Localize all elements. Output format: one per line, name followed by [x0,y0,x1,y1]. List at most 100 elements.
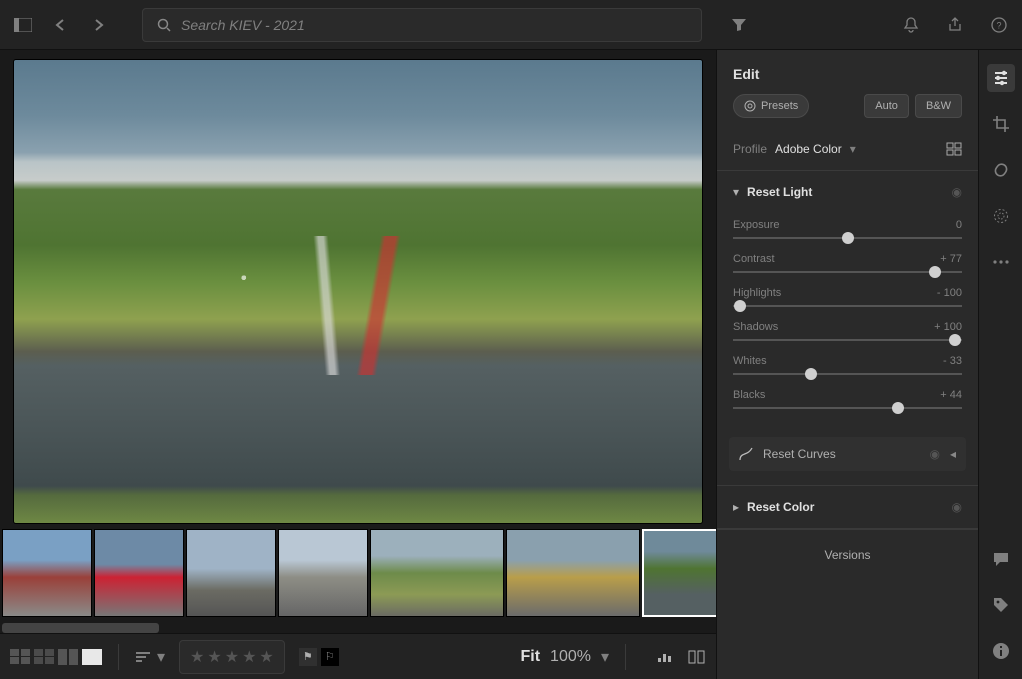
eye-icon[interactable]: ◉ [929,447,939,461]
chevron-down-icon: ▾ [733,185,739,199]
top-bar: ? [0,0,1022,50]
chevron-right-icon: ▸ [733,500,739,514]
nav-back-button[interactable] [50,14,72,36]
tool-rail [978,50,1022,679]
eye-icon[interactable]: ◉ [952,185,962,199]
edit-tool[interactable] [987,64,1015,92]
star-icon[interactable]: ★ [190,647,204,667]
star-icon[interactable]: ★ [242,647,256,667]
slider-knob[interactable] [949,334,961,346]
sort-icon [135,651,151,663]
nav-forward-button[interactable] [88,14,110,36]
filmstrip-scrollbar[interactable] [2,623,714,633]
slider-track[interactable] [733,237,962,239]
chevron-down-icon[interactable]: ▾ [601,647,609,667]
profile-label: Profile [733,142,767,156]
profile-row[interactable]: Profile Adobe Color ▾ [717,132,978,171]
slider-knob[interactable] [929,266,941,278]
star-icon[interactable]: ★ [225,647,239,667]
slider-label: Contrast [733,253,775,265]
main-image[interactable] [14,60,702,523]
curves-button[interactable]: Reset Curves ◉ ◂ [729,437,966,471]
fit-button[interactable]: Fit [521,648,541,666]
view-square-grid-button[interactable] [34,649,54,665]
help-icon[interactable]: ? [988,14,1010,36]
healing-tool[interactable] [987,156,1015,184]
share-icon[interactable] [944,14,966,36]
chevron-down-icon: ▾ [157,647,165,667]
slider-value: - 33 [943,355,962,367]
slider-track[interactable] [733,339,962,341]
flag-reject-button[interactable]: ⚐ [321,648,339,666]
tag-icon[interactable] [987,591,1015,619]
more-icon[interactable] [987,248,1015,276]
masking-tool[interactable] [987,202,1015,230]
search-field[interactable] [142,8,702,42]
image-canvas-area [0,50,716,529]
bw-button[interactable]: B&W [915,94,962,118]
crop-tool[interactable] [987,110,1015,138]
histogram-toggle-button[interactable] [656,650,674,664]
slider-value: + 100 [934,321,962,333]
contrast-slider[interactable]: Contrast + 77 [733,253,962,273]
slider-knob[interactable] [842,232,854,244]
highlights-slider[interactable]: Highlights - 100 [733,287,962,307]
rating-stars[interactable]: ★ ★ ★ ★ ★ [179,640,285,674]
star-icon[interactable]: ★ [259,647,273,667]
slider-track[interactable] [733,271,962,273]
thumbnail[interactable] [94,529,184,617]
thumbnail[interactable] [278,529,368,617]
presets-icon [744,100,756,112]
thumbnail-selected[interactable] [642,529,716,617]
slider-track[interactable] [733,407,962,409]
star-icon[interactable]: ★ [207,647,221,667]
auto-button[interactable]: Auto [864,94,909,118]
thumbnail[interactable] [506,529,640,617]
blacks-slider[interactable]: Blacks+ 44 [733,389,962,409]
slider-value: - 100 [937,287,962,299]
panel-title: Edit [733,66,962,82]
view-detail-button[interactable] [82,649,102,665]
slider-knob[interactable] [734,300,746,312]
slider-label: Whites [733,355,767,367]
light-section-header[interactable]: ▾ Reset Light ◉ [717,171,978,213]
eye-icon[interactable]: ◉ [952,500,962,514]
comment-icon[interactable] [987,545,1015,573]
chevron-down-icon: ▾ [850,142,856,156]
slider-knob[interactable] [892,402,904,414]
whites-slider[interactable]: Whites - 33 [733,355,962,375]
search-input[interactable] [181,17,687,33]
slider-track[interactable] [733,373,962,375]
view-compare-button[interactable] [58,649,78,665]
shadows-slider[interactable]: Shadows + 100 [733,321,962,341]
slider-value: + 77 [940,253,962,265]
slider-label: Exposure [733,219,779,231]
svg-text:?: ? [996,20,1001,30]
panel-toggle-icon[interactable] [12,14,34,36]
info-icon[interactable] [987,637,1015,665]
presets-button[interactable]: Presets [733,94,809,118]
slider-value: 0 [956,219,962,231]
flag-pick-button[interactable]: ⚑ [299,648,317,666]
filter-icon[interactable] [728,14,750,36]
slider-label: Shadows [733,321,778,333]
versions-button[interactable]: Versions [717,529,978,580]
slider-knob[interactable] [805,368,817,380]
slider-track[interactable] [733,305,962,307]
profile-browser-icon[interactable] [946,142,962,156]
thumbnail[interactable] [186,529,276,617]
thumbnail[interactable] [370,529,504,617]
bottom-bar: ▾ ★ ★ ★ ★ ★ ⚑ ⚐ Fit 100% ▾ [0,633,716,679]
edit-panel: Edit Presets Auto B&W Profile Adobe Colo… [716,50,978,679]
curves-icon [739,447,753,461]
view-photo-grid-button[interactable] [10,649,30,665]
sort-control[interactable]: ▾ [135,647,165,667]
exposure-slider[interactable]: Exposure 0 [733,219,962,239]
color-section-header[interactable]: ▸ Reset Color ◉ [717,486,978,528]
zoom-value[interactable]: 100% [550,648,591,666]
bell-icon[interactable] [900,14,922,36]
slider-label: Highlights [733,287,781,299]
slider-value: + 44 [940,389,962,401]
thumbnail[interactable] [2,529,92,617]
filmstrip-toggle-button[interactable] [688,650,706,664]
